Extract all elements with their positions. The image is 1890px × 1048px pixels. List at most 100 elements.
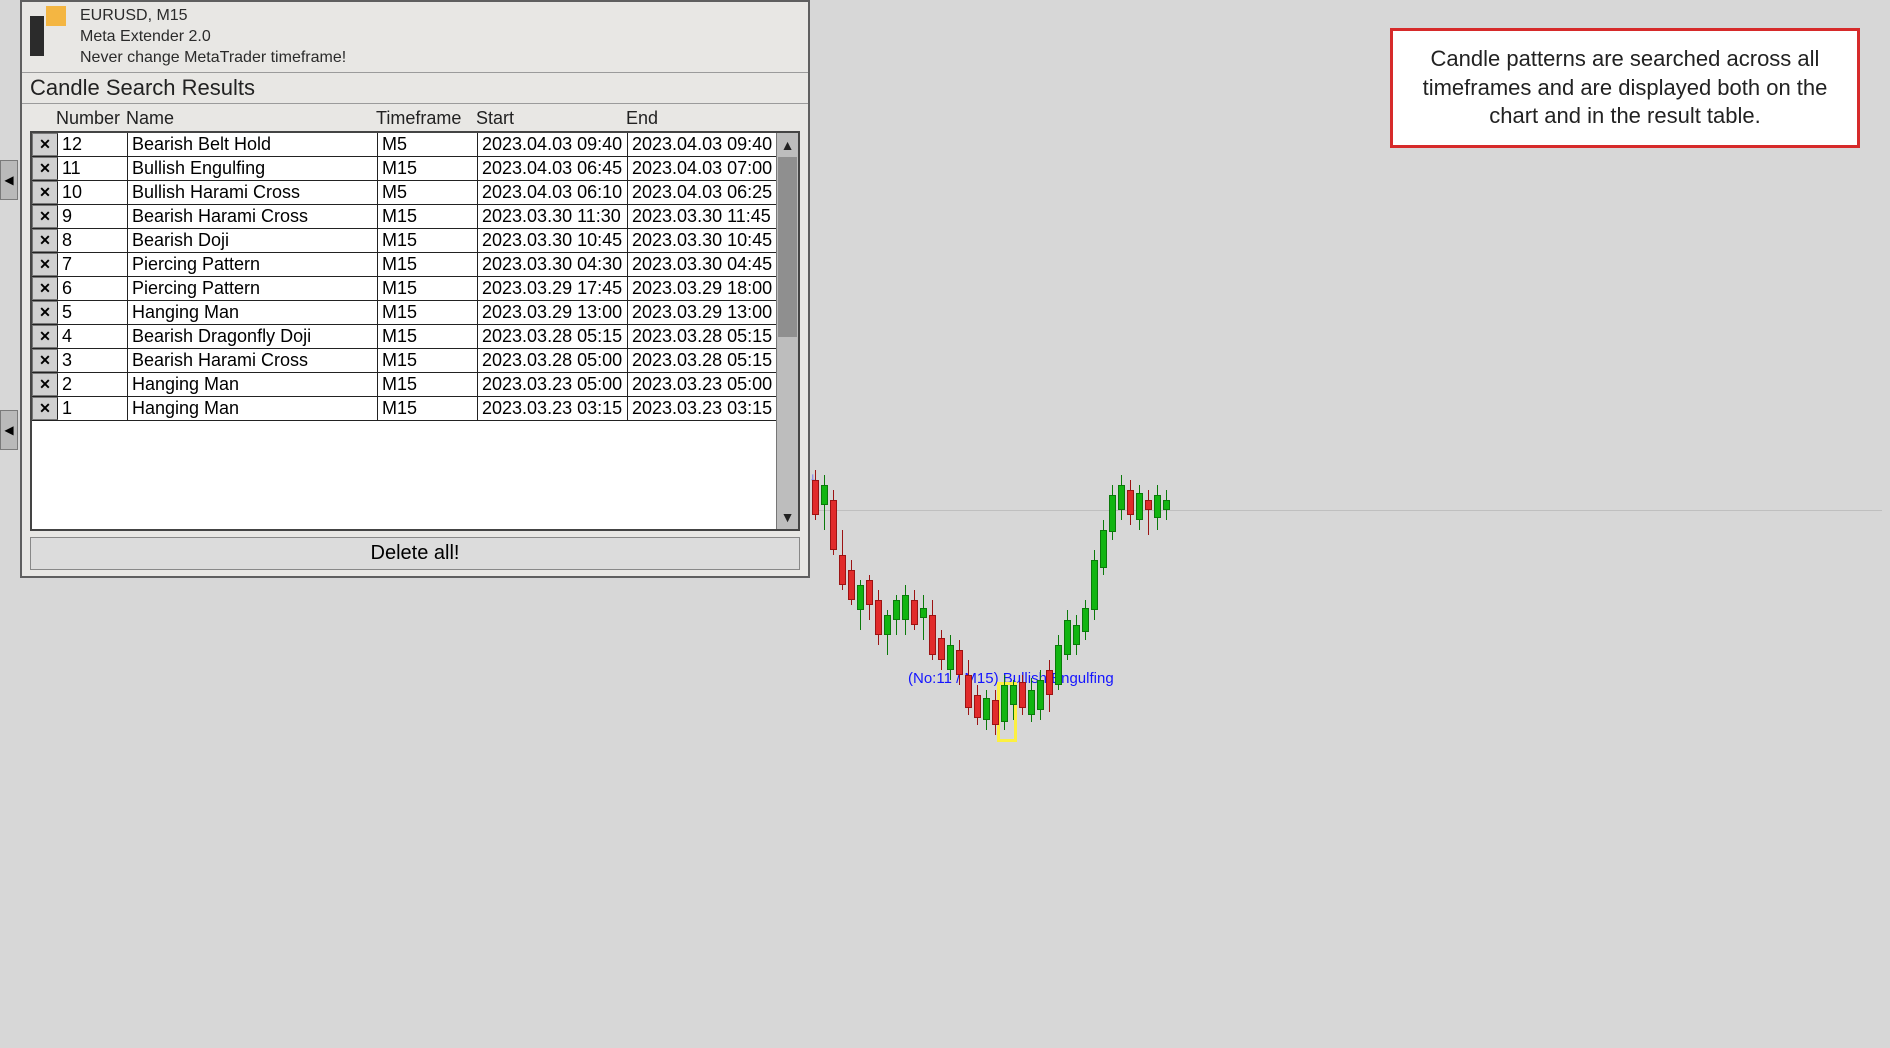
delete-row-button[interactable]: ✕ (32, 301, 58, 324)
cell-start: 2023.04.03 06:45 (478, 157, 628, 180)
delete-row-button[interactable]: ✕ (32, 277, 58, 300)
delete-row-button[interactable]: ✕ (32, 157, 58, 180)
cell-start: 2023.04.03 09:40 (478, 133, 628, 156)
cell-name: Piercing Pattern (128, 253, 378, 276)
scroll-up-icon[interactable]: ▲ (777, 133, 798, 157)
cell-name: Hanging Man (128, 373, 378, 396)
cell-name: Bearish Dragonfly Doji (128, 325, 378, 348)
cell-end: 2023.03.30 11:45 (628, 205, 776, 228)
delete-row-button[interactable]: ✕ (32, 397, 58, 420)
table-row[interactable]: ✕11Bullish EngulfingM152023.04.03 06:452… (32, 157, 776, 181)
col-timeframe: Timeframe (376, 108, 476, 129)
delete-row-button[interactable]: ✕ (32, 205, 58, 228)
cell-timeframe: M15 (378, 349, 478, 372)
table-row[interactable]: ✕6Piercing PatternM152023.03.29 17:45202… (32, 277, 776, 301)
table-row[interactable]: ✕2Hanging ManM152023.03.23 05:002023.03.… (32, 373, 776, 397)
cell-number: 1 (58, 397, 128, 420)
cell-name: Hanging Man (128, 397, 378, 420)
cell-end: 2023.03.30 04:45 (628, 253, 776, 276)
panel-collapse-tab-1[interactable]: ◀ (0, 160, 18, 200)
table-row[interactable]: ✕3Bearish Harami CrossM152023.03.28 05:0… (32, 349, 776, 373)
panel-header: EURUSD, M15 Meta Extender 2.0 Never chan… (22, 2, 808, 72)
cell-end: 2023.03.30 10:45 (628, 229, 776, 252)
delete-row-button[interactable]: ✕ (32, 181, 58, 204)
table-row[interactable]: ✕8Bearish DojiM152023.03.30 10:452023.03… (32, 229, 776, 253)
product-logo-icon (30, 6, 66, 56)
cell-number: 7 (58, 253, 128, 276)
cell-name: Hanging Man (128, 301, 378, 324)
cell-name: Bullish Harami Cross (128, 181, 378, 204)
cell-start: 2023.03.29 13:00 (478, 301, 628, 324)
col-name: Name (126, 108, 376, 129)
candlestick-chart[interactable]: ↓ (No:11 / M15) Bullish Engulfing (812, 460, 1182, 780)
scroll-down-icon[interactable]: ▼ (777, 505, 798, 529)
cell-timeframe: M15 (378, 397, 478, 420)
scroll-thumb[interactable] (778, 157, 797, 337)
cell-end: 2023.03.28 05:15 (628, 349, 776, 372)
table-row[interactable]: ✕10Bullish Harami CrossM52023.04.03 06:1… (32, 181, 776, 205)
candle-search-panel: EURUSD, M15 Meta Extender 2.0 Never chan… (20, 0, 810, 578)
results-title: Candle Search Results (22, 72, 808, 104)
symbol-label: EURUSD, M15 (80, 6, 346, 27)
table-row[interactable]: ✕1Hanging ManM152023.03.23 03:152023.03.… (32, 397, 776, 421)
cell-timeframe: M15 (378, 325, 478, 348)
table-row[interactable]: ✕12Bearish Belt HoldM52023.04.03 09:4020… (32, 133, 776, 157)
delete-row-button[interactable]: ✕ (32, 349, 58, 372)
chart-hline (812, 510, 1882, 511)
delete-row-button[interactable]: ✕ (32, 325, 58, 348)
cell-timeframe: M15 (378, 229, 478, 252)
cell-timeframe: M15 (378, 205, 478, 228)
cell-end: 2023.03.29 13:00 (628, 301, 776, 324)
cell-number: 5 (58, 301, 128, 324)
cell-timeframe: M15 (378, 157, 478, 180)
cell-timeframe: M15 (378, 373, 478, 396)
panel-collapse-tab-2[interactable]: ◀ (0, 410, 18, 450)
cell-start: 2023.03.28 05:00 (478, 349, 628, 372)
cell-number: 3 (58, 349, 128, 372)
cell-timeframe: M15 (378, 253, 478, 276)
cell-end: 2023.04.03 09:40 (628, 133, 776, 156)
cell-number: 9 (58, 205, 128, 228)
cell-end: 2023.04.03 07:00 (628, 157, 776, 180)
delete-row-button[interactable]: ✕ (32, 253, 58, 276)
table-row[interactable]: ✕7Piercing PatternM152023.03.30 04:30202… (32, 253, 776, 277)
cell-name: Bearish Doji (128, 229, 378, 252)
cell-timeframe: M15 (378, 277, 478, 300)
table-scrollbar[interactable]: ▲ ▼ (776, 133, 798, 529)
delete-row-button[interactable]: ✕ (32, 133, 58, 156)
warning-label: Never change MetaTrader timeframe! (80, 48, 346, 69)
col-start: Start (476, 108, 626, 129)
cell-name: Bullish Engulfing (128, 157, 378, 180)
col-end: End (626, 108, 776, 129)
delete-row-button[interactable]: ✕ (32, 229, 58, 252)
cell-number: 6 (58, 277, 128, 300)
table-row[interactable]: ✕4Bearish Dragonfly DojiM15 2023.03.28 05… (32, 325, 776, 349)
delete-all-button[interactable]: Delete all! (30, 537, 800, 570)
table-row[interactable]: ✕9Bearish Harami CrossM152023.03.30 11:3… (32, 205, 776, 229)
cell-start: 2023.04.03 06:10 (478, 181, 628, 204)
table-header-row: Number Name Timeframe Start End (30, 104, 800, 131)
cell-end: 2023.03.29 18:00 (628, 277, 776, 300)
cell-timeframe: M5 (378, 133, 478, 156)
cell-end: 2023.04.03 06:25 (628, 181, 776, 204)
cell-end: 2023.03.28 05:15 (628, 325, 776, 348)
panel-title-block: EURUSD, M15 Meta Extender 2.0 Never chan… (80, 6, 346, 68)
cell-end: 2023.03.23 03:15 (628, 397, 776, 420)
cell-timeframe: M5 (378, 181, 478, 204)
cell-name: Bearish Belt Hold (128, 133, 378, 156)
table-row[interactable]: ✕5Hanging ManM152023.03.29 13:002023.03.… (32, 301, 776, 325)
cell-start: 2023.03.30 04:30 (478, 253, 628, 276)
cell-end: 2023.03.23 05:00 (628, 373, 776, 396)
product-label: Meta Extender 2.0 (80, 27, 346, 48)
cell-number: 4 (58, 325, 128, 348)
cell-start: 2023.03.23 05:00 (478, 373, 628, 396)
cell-number: 11 (58, 157, 128, 180)
cell-number: 8 (58, 229, 128, 252)
delete-row-button[interactable]: ✕ (32, 373, 58, 396)
cell-name: Bearish Harami Cross (128, 205, 378, 228)
cell-start: 2023.03.29 17:45 (478, 277, 628, 300)
cell-number: 12 (58, 133, 128, 156)
cell-number: 10 (58, 181, 128, 204)
cell-timeframe: M15 (378, 301, 478, 324)
cell-number: 2 (58, 373, 128, 396)
